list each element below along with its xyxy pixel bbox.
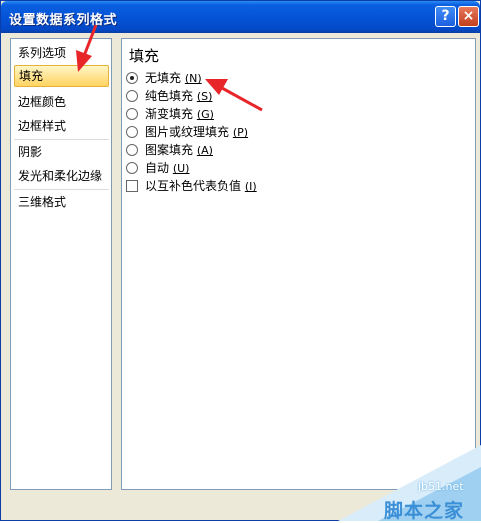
radio-button[interactable]: [126, 108, 138, 120]
access-key: (U): [172, 162, 190, 175]
nav-item-border-style[interactable]: 边框样式: [14, 115, 109, 137]
option-label: 渐变填充: [145, 107, 194, 121]
fill-panel: 填充 无填充 (N) 纯色填充 (S) 渐变填充 (G) 图片或纹理填充 (P)…: [121, 38, 476, 490]
radio-button[interactable]: [126, 72, 138, 84]
radio-button[interactable]: [126, 126, 138, 138]
option-label: 图案填充: [145, 143, 194, 157]
radio-button[interactable]: [126, 162, 138, 174]
watermark-name: 脚本之家: [384, 500, 465, 522]
watermark-domain: jb51.net: [418, 480, 464, 493]
checkbox[interactable]: [126, 180, 138, 192]
option-label: 纯色填充: [145, 89, 194, 103]
category-list: 系列选项 填充 边框颜色 边框样式 阴影 发光和柔化边缘 三维格式: [10, 38, 112, 490]
nav-item-shadow[interactable]: 阴影: [14, 141, 109, 163]
close-button[interactable]: ×: [458, 6, 479, 27]
nav-item-series-options[interactable]: 系列选项: [14, 42, 109, 64]
access-key: (P): [232, 126, 249, 139]
title-bar[interactable]: 设置数据系列格式 ? ×: [1, 1, 480, 33]
nav-item-glow-soft-edges[interactable]: 发光和柔化边缘: [14, 165, 109, 187]
nav-item-border-color[interactable]: 边框颜色: [14, 91, 109, 113]
nav-item-3d-format[interactable]: 三维格式: [14, 191, 109, 213]
option-label: 以互补色代表负值: [145, 179, 242, 193]
nav-divider: [14, 139, 109, 140]
radio-button[interactable]: [126, 90, 138, 102]
option-label: 图片或纹理填充: [145, 125, 230, 139]
help-button[interactable]: ?: [435, 6, 456, 27]
access-key: (G): [196, 108, 214, 121]
nav-divider: [14, 189, 109, 190]
radio-button[interactable]: [126, 144, 138, 156]
format-data-series-dialog: 设置数据系列格式 ? × 系列选项 填充 边框颜色 边框样式 阴影 发光和柔化边…: [0, 0, 481, 521]
access-key: (A): [196, 144, 213, 157]
option-label: 无填充: [145, 71, 182, 85]
access-key: (S): [196, 90, 213, 103]
nav-item-fill[interactable]: 填充: [14, 65, 109, 87]
access-key: (N): [184, 72, 202, 85]
access-key: (I): [244, 180, 257, 193]
option-label: 自动: [145, 161, 170, 175]
section-title: 填充: [129, 47, 160, 65]
dialog-title: 设置数据系列格式: [9, 13, 118, 28]
